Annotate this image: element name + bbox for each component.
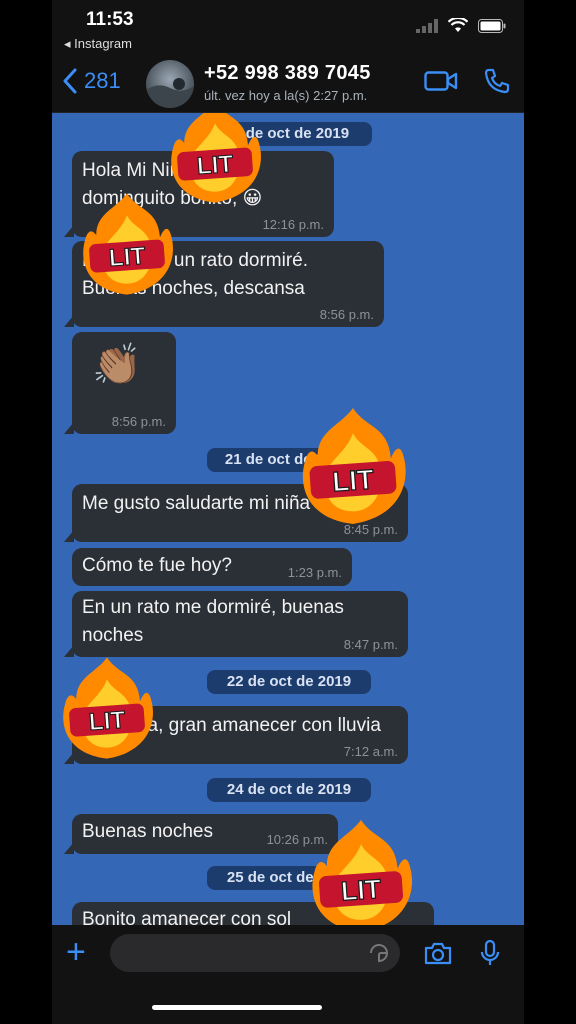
date-separator: 22 de oct de 2019 — [207, 670, 371, 694]
conversation-area[interactable]: 20 de oct de 2019 Hola Mi Niña, bonito d… — [52, 113, 524, 925]
lit-text: LIT — [88, 707, 126, 736]
phone-screen: 11:53 ◂ Instagram 281 +52 998 389 7045 ú… — [52, 0, 524, 1024]
message-time: 8:47 p.m. — [343, 637, 398, 652]
camera-icon[interactable] — [424, 941, 452, 965]
lit-text: LIT — [196, 151, 234, 180]
battery-icon — [478, 18, 506, 33]
video-call-icon[interactable] — [424, 70, 458, 92]
add-attachment-button[interactable]: + — [66, 935, 86, 969]
last-seen: últ. vez hoy a la(s) 2:27 p.m. — [204, 88, 368, 103]
lit-fire-sticker: LIT — [312, 819, 412, 925]
message-input[interactable] — [110, 934, 400, 972]
phone-call-icon[interactable] — [484, 68, 510, 94]
message-time: 1:23 p.m. — [287, 565, 342, 580]
message-time: 7:12 a.m. — [343, 744, 398, 759]
lit-text: LIT — [331, 464, 375, 498]
date-separator: 24 de oct de 2019 — [207, 778, 371, 802]
header-actions — [424, 68, 510, 94]
lit-fire-sticker: LIT — [63, 657, 153, 759]
message-time: 12:16 p.m. — [262, 217, 324, 232]
sticker-icon[interactable] — [368, 942, 390, 964]
message-bubble[interactable]: Cómo te fue hoy? 1:23 p.m. — [72, 548, 352, 586]
message-time: 8:56 p.m. — [319, 307, 374, 322]
microphone-icon[interactable] — [480, 939, 500, 967]
avatar-photo-icon — [146, 78, 194, 108]
emoji-message-bubble[interactable]: 👏🏽 8:56 p.m. — [64, 332, 176, 434]
lit-fire-sticker: LIT — [302, 408, 406, 524]
chevron-left-icon — [63, 68, 77, 94]
clock: 11:53 — [86, 9, 134, 30]
lit-text: LIT — [108, 243, 146, 272]
message-time: 8:56 p.m. — [111, 414, 166, 429]
unread-count: 281 — [84, 68, 121, 93]
avatar[interactable] — [146, 60, 194, 108]
lit-text: LIT — [340, 874, 383, 907]
back-to-instagram-link[interactable]: ◂ Instagram — [64, 36, 132, 52]
home-indicator[interactable] — [152, 1005, 322, 1010]
back-button[interactable]: 281 — [62, 68, 121, 94]
system-icons — [416, 18, 506, 33]
lit-fire-sticker: LIT — [83, 193, 173, 295]
message-bubble[interactable]: En un rato me dormiré, buenas noches 8:4… — [64, 591, 408, 657]
status-bar: 11:53 ◂ Instagram — [52, 0, 524, 56]
chat-header: 281 +52 998 389 7045 últ. vez hoy a la(s… — [52, 56, 524, 113]
contact-name[interactable]: +52 998 389 7045 — [204, 62, 371, 85]
message-text: 👏🏽 — [92, 343, 142, 387]
message-bubble[interactable]: Buenas noches 10:26 p.m. — [64, 814, 338, 854]
wifi-icon — [448, 18, 468, 32]
signal-icon — [416, 18, 438, 33]
